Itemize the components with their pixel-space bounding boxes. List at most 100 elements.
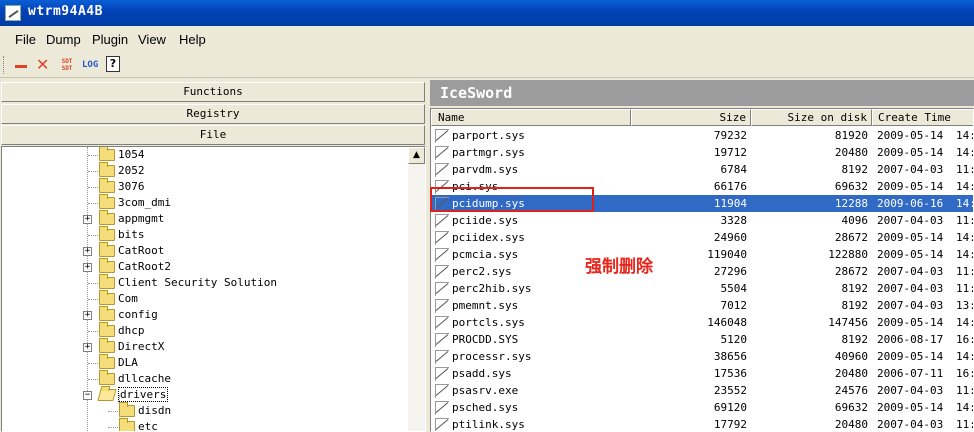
file-create-time: 14:: [956, 146, 974, 159]
file-row[interactable]: portcls.sys 146048 147456 2009-05-14 14:: [431, 314, 973, 331]
left-pane: Functions Registry File 1054 2052 3076 3com…: [0, 80, 426, 432]
file-list[interactable]: Name Size Size on disk Create Time parpo…: [430, 108, 974, 432]
tree-item[interactable]: 3076: [2, 178, 407, 195]
file-size: 5504: [720, 282, 748, 295]
file-size-on-disk: 12288: [834, 197, 868, 210]
expand-icon[interactable]: +: [83, 215, 92, 224]
expand-icon[interactable]: +: [83, 247, 92, 256]
sdt-icon[interactable]: SDT SDT: [60, 56, 74, 74]
file-create-date: 2009-05-14: [877, 316, 944, 329]
file-size: 11904: [713, 197, 747, 210]
tree-item[interactable]: dllcache: [2, 370, 407, 387]
tree-item[interactable]: + appmgmt: [2, 210, 407, 227]
tree-item[interactable]: disdn: [2, 402, 407, 419]
menu-plugin[interactable]: Plugin: [92, 32, 128, 47]
folder-icon: [99, 242, 115, 257]
tree-guide: [88, 331, 98, 332]
tree-item[interactable]: + CatRoot2: [2, 258, 407, 275]
col-header-size[interactable]: Size: [631, 109, 751, 126]
file-button[interactable]: File: [1, 125, 425, 145]
registry-button[interactable]: Registry: [1, 104, 425, 124]
tree-item[interactable]: + config: [2, 306, 407, 323]
menu-view[interactable]: View: [138, 32, 166, 47]
minus-icon[interactable]: [14, 56, 28, 74]
tree-item[interactable]: 3com_dmi: [2, 194, 407, 211]
tree-item[interactable]: bits: [2, 226, 407, 243]
folder-icon: [99, 226, 115, 241]
tree-guide: [88, 187, 98, 188]
tree-item[interactable]: + CatRoot: [2, 242, 407, 259]
tree-item[interactable]: Com: [2, 290, 407, 307]
file-row[interactable]: psadd.sys 17536 20480 2006-07-11 16:: [431, 365, 973, 382]
tree-item[interactable]: 2052: [2, 162, 407, 179]
folder-icon: [99, 162, 115, 177]
tree-item[interactable]: − drivers: [2, 387, 407, 403]
folder-icon: [99, 178, 115, 193]
file-row[interactable]: perc2hib.sys 5504 8192 2007-04-03 11:: [431, 280, 973, 297]
folder-tree[interactable]: 1054 2052 3076 3com_dmi + appmgmt bits + CatRoot…: [1, 146, 426, 432]
file-row[interactable]: pciide.sys 3328 4096 2007-04-03 11:: [431, 212, 973, 229]
file-size: 5120: [720, 333, 748, 346]
tree-item[interactable]: DLA: [2, 354, 407, 371]
folder-icon: [119, 418, 135, 431]
file-row[interactable]: PROCDD.SYS 5120 8192 2006-08-17 16:: [431, 331, 974, 348]
file-name: portcls.sys: [452, 316, 525, 329]
file-create-date: 2007-04-03: [877, 418, 944, 431]
file-size: 6784: [720, 163, 748, 176]
tree-item-label: DirectX: [118, 340, 165, 353]
log-icon[interactable]: LOG: [82, 56, 102, 74]
collapse-icon[interactable]: −: [83, 391, 92, 400]
help-icon[interactable]: ?: [106, 56, 120, 72]
file-row[interactable]: pmemnt.sys 7012 8192 2007-04-03 13:: [431, 297, 973, 314]
folder-icon: [99, 274, 115, 289]
file-row[interactable]: psched.sys 69120 69632 2009-05-14 14:: [431, 399, 973, 416]
file-size-on-disk: 69632: [834, 401, 868, 414]
file-create-date: 2009-05-14: [877, 146, 944, 159]
tree-item-label: dllcache: [118, 372, 171, 385]
scroll-up-icon[interactable]: ▲: [408, 147, 425, 164]
toolbar-grip[interactable]: [3, 56, 6, 74]
file-row[interactable]: ptilink.sys 17792 20480 2007-04-03 11:: [431, 416, 974, 431]
file-create-time: 14:: [956, 129, 974, 142]
file-create-time: 16:: [956, 333, 974, 346]
menu-help[interactable]: Help: [179, 32, 206, 47]
file-size: 146048: [707, 316, 747, 329]
file-row[interactable]: parvdm.sys 6784 8192 2007-04-03 11:: [431, 161, 973, 178]
tree-item[interactable]: etc: [2, 418, 407, 431]
file-row[interactable]: partmgr.sys 19712 20480 2009-05-14 14:: [431, 144, 974, 161]
tree-guide: [88, 235, 98, 236]
tree-item-label: CatRoot: [118, 244, 165, 257]
tree-scrollbar[interactable]: ▲: [408, 147, 425, 431]
file-size: 79232: [713, 129, 747, 142]
menu-dump[interactable]: Dump: [46, 32, 81, 47]
file-row[interactable]: psasrv.exe 23552 24576 2007-04-03 11:: [431, 382, 974, 399]
file-create-date: 2007-04-03: [877, 265, 944, 278]
file-row[interactable]: pcmcia.sys 119040 122880 2009-05-14 14:: [431, 246, 973, 263]
file-icon: [434, 281, 449, 296]
file-icon: [434, 332, 449, 347]
file-row[interactable]: pciidex.sys 24960 28672 2009-05-14 14:: [431, 229, 973, 246]
toolbar: ✕ SDT SDT LOG ?: [0, 52, 974, 78]
file-row[interactable]: perc2.sys 27296 28672 2007-04-03 11:: [431, 263, 973, 280]
file-size: 19712: [713, 146, 747, 159]
close-icon[interactable]: ✕: [36, 56, 50, 74]
file-name: pmemnt.sys: [452, 299, 519, 312]
tree-item[interactable]: 1054: [2, 147, 407, 163]
col-header-create-time[interactable]: Create Time: [872, 109, 973, 126]
functions-button[interactable]: Functions: [1, 82, 425, 102]
file-create-time: 11:: [956, 384, 974, 397]
expand-icon[interactable]: +: [83, 311, 92, 320]
file-size-on-disk: 122880: [828, 248, 868, 261]
col-header-size-on-disk[interactable]: Size on disk: [751, 109, 872, 126]
menu-file[interactable]: File: [15, 32, 36, 47]
file-row[interactable]: parport.sys 79232 81920 2009-05-14 14:: [431, 127, 974, 144]
tree-item[interactable]: Client Security Solution: [2, 274, 407, 291]
expand-icon[interactable]: +: [83, 263, 92, 272]
tree-item[interactable]: dhcp: [2, 322, 407, 339]
file-row[interactable]: processr.sys 38656 40960 2009-05-14 14:: [431, 348, 973, 365]
file-create-time: 11:: [956, 418, 974, 431]
expand-icon[interactable]: +: [83, 343, 92, 352]
col-header-name[interactable]: Name: [431, 109, 631, 126]
tree-item[interactable]: + DirectX: [2, 338, 407, 355]
file-create-date: 2007-04-03: [877, 163, 944, 176]
